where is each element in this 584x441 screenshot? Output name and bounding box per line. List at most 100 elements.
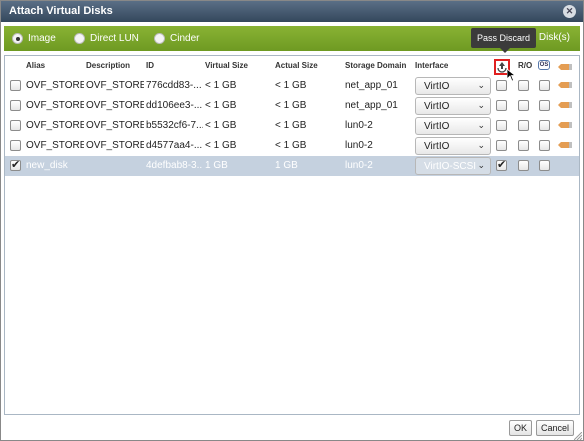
dialog-titlebar: Attach Virtual Disks ✕ [1, 1, 583, 22]
row-select-checkbox[interactable] [10, 100, 21, 111]
cell-virtual-size: < 1 GB [205, 80, 237, 91]
radio-dot-direct-lun[interactable] [74, 33, 85, 44]
cell-storage-domain: net_app_01 [345, 100, 398, 111]
bootable-checkbox[interactable] [539, 100, 550, 111]
cell-id: 4defbab8-3... [146, 160, 203, 171]
cell-id: 776cdd83-... [146, 80, 202, 91]
cell-alias: OVF_STORE [26, 100, 84, 111]
read-only-checkbox[interactable] [518, 160, 529, 171]
cell-storage-domain: lun0-2 [345, 120, 373, 131]
read-only-checkbox[interactable] [518, 80, 529, 91]
row-select-checkbox[interactable] [10, 140, 21, 151]
cell-actual-size: 1 GB [275, 160, 298, 171]
read-only-checkbox[interactable] [518, 140, 529, 151]
chevron-down-icon: ⌄ [477, 80, 485, 90]
pass-discard-checkbox[interactable] [496, 158, 507, 171]
cell-description: OVF_STORE [86, 80, 144, 91]
table-row-selected[interactable]: new_disk 4defbab8-3... 1 GB 1 GB lun0-2 … [5, 156, 579, 176]
col-alias[interactable]: Alias [26, 61, 45, 70]
table-row[interactable]: OVF_STORE OVF_STORE d4577aa4-... < 1 GB … [5, 136, 579, 156]
disks-table: Alias Description ID Virtual Size Actual… [4, 55, 580, 415]
close-icon[interactable]: ✕ [563, 5, 576, 18]
cell-virtual-size: < 1 GB [205, 100, 237, 111]
read-only-checkbox[interactable] [518, 100, 529, 111]
radio-dot-image[interactable] [12, 33, 23, 44]
pass-discard-checkbox[interactable] [496, 140, 507, 151]
ok-button[interactable]: OK [509, 420, 532, 436]
chevron-down-icon: ⌄ [477, 160, 485, 170]
os-icon[interactable]: OS [538, 60, 550, 70]
interface-select[interactable]: VirtIO ⌄ [415, 97, 491, 115]
interface-select[interactable]: VirtIO ⌄ [415, 137, 491, 155]
interface-select-value: VirtIO [424, 141, 450, 152]
bootable-checkbox[interactable] [539, 160, 550, 171]
table-row[interactable]: OVF_STORE OVF_STORE 776cdd83-... < 1 GB … [5, 76, 579, 96]
cell-alias: OVF_STORE [26, 140, 84, 151]
cell-id: d4577aa4-... [146, 140, 203, 151]
cell-description: OVF_STORE [86, 100, 144, 111]
cell-id: dd106ee3-... [146, 100, 203, 111]
interface-select-value: VirtIO [424, 81, 450, 92]
pass-discard-checkbox[interactable] [496, 120, 507, 131]
cell-alias: OVF_STORE [26, 80, 84, 91]
interface-select-value: VirtIO-SCSI [424, 161, 476, 172]
table-row[interactable]: OVF_STORE OVF_STORE b5532cf6-7... < 1 GB… [5, 116, 579, 136]
dialog-footer: OK Cancel [1, 417, 583, 441]
row-select-checkbox[interactable] [10, 80, 21, 91]
dialog-title: Attach Virtual Disks [9, 5, 113, 17]
cell-description: OVF_STORE [86, 140, 144, 151]
col-read-only[interactable]: R/O [518, 61, 532, 70]
radio-dot-cinder[interactable] [154, 33, 165, 44]
interface-select[interactable]: VirtIO ⌄ [415, 77, 491, 95]
table-row[interactable]: OVF_STORE OVF_STORE dd106ee3-... < 1 GB … [5, 96, 579, 116]
cell-id: b5532cf6-7... [146, 120, 203, 131]
cell-storage-domain: net_app_01 [345, 80, 398, 91]
radio-cinder[interactable]: Cinder [154, 32, 199, 45]
cell-actual-size: < 1 GB [275, 120, 307, 131]
pencil-icon[interactable] [558, 122, 572, 128]
pencil-icon[interactable] [558, 102, 572, 108]
interface-select-value: VirtIO [424, 121, 450, 132]
interface-select[interactable]: VirtIO-SCSI ⌄ [415, 157, 491, 175]
col-description[interactable]: Description [86, 61, 130, 70]
bootable-checkbox[interactable] [539, 120, 550, 131]
pencil-icon[interactable] [558, 142, 572, 148]
interface-select[interactable]: VirtIO ⌄ [415, 117, 491, 135]
cell-actual-size: < 1 GB [275, 80, 307, 91]
chevron-down-icon: ⌄ [477, 120, 485, 130]
chevron-down-icon: ⌄ [477, 140, 485, 150]
disks-count-label: Disk(s) [538, 32, 570, 43]
col-storage-domain[interactable]: Storage Domain [345, 61, 406, 70]
chevron-down-icon: ⌄ [477, 100, 485, 110]
table-header: Alias Description ID Virtual Size Actual… [5, 56, 579, 82]
radio-label-cinder: Cinder [170, 33, 200, 44]
radio-image[interactable]: Image [12, 32, 56, 45]
row-select-checkbox[interactable] [10, 120, 21, 131]
col-id[interactable]: ID [146, 61, 154, 70]
pencil-icon[interactable] [558, 82, 572, 88]
read-only-checkbox[interactable] [518, 120, 529, 131]
cell-virtual-size: < 1 GB [205, 120, 237, 131]
col-actual-size[interactable]: Actual Size [275, 61, 318, 70]
cancel-button[interactable]: Cancel [536, 420, 574, 436]
pass-discard-tooltip: Pass Discard [471, 28, 536, 53]
row-select-checkbox[interactable] [10, 158, 21, 171]
bootable-checkbox[interactable] [539, 80, 550, 91]
col-interface[interactable]: Interface [415, 61, 448, 70]
interface-select-value: VirtIO [424, 101, 450, 112]
pass-discard-checkbox[interactable] [496, 100, 507, 111]
pass-discard-checkbox[interactable] [496, 80, 507, 91]
radio-label-image: Image [28, 33, 56, 44]
bootable-checkbox[interactable] [539, 140, 550, 151]
cell-alias: new_disk [26, 160, 68, 171]
cell-virtual-size: 1 GB [205, 160, 228, 171]
cell-virtual-size: < 1 GB [205, 140, 237, 151]
cell-description: OVF_STORE [86, 120, 144, 131]
radio-direct-lun[interactable]: Direct LUN [74, 32, 139, 45]
cell-alias: OVF_STORE [26, 120, 84, 131]
radio-label-direct-lun: Direct LUN [90, 33, 139, 44]
cell-actual-size: < 1 GB [275, 140, 307, 151]
cell-actual-size: < 1 GB [275, 100, 307, 111]
resize-grip-icon[interactable] [574, 432, 582, 440]
col-virtual-size[interactable]: Virtual Size [205, 61, 248, 70]
